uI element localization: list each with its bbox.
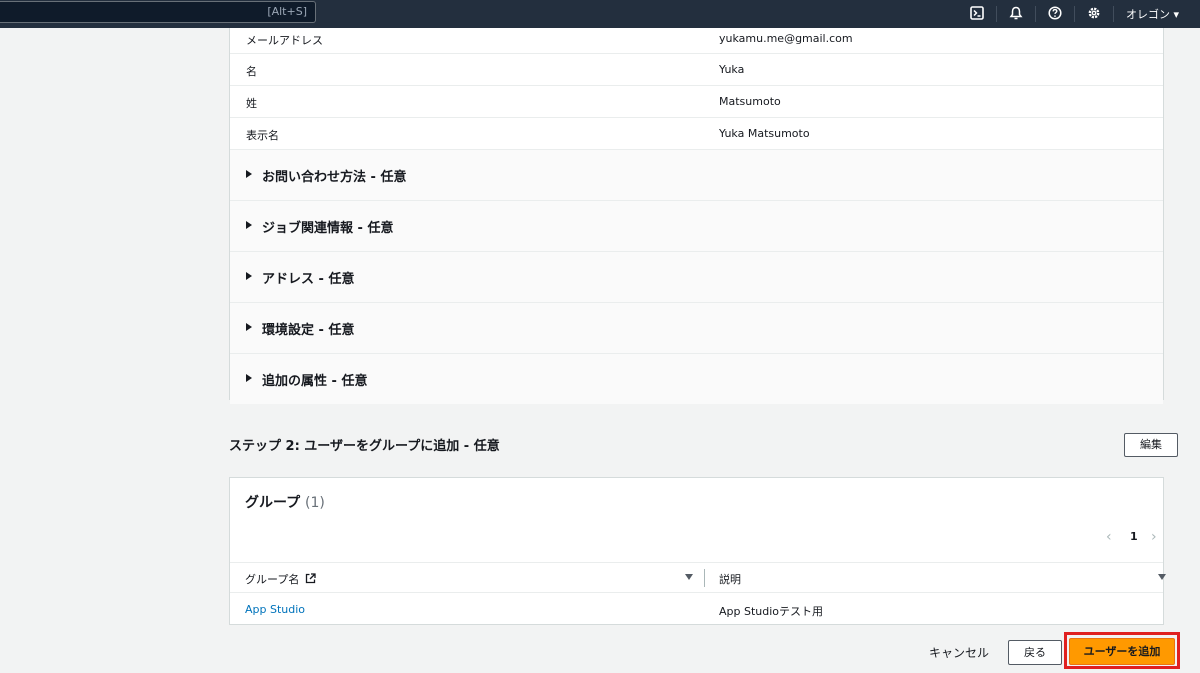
user-details-panel: メールアドレス yukamu.me@gmail.com 名 Yuka 姓 Mat…: [229, 28, 1164, 404]
attribute-row-display-name: 表示名 Yuka Matsumoto: [230, 118, 1163, 150]
caret-right-icon: [246, 170, 252, 178]
edit-button[interactable]: 編集: [1124, 433, 1178, 457]
groups-panel: グループ (1) ‹ 1 › グループ名 説明 App Studio App S…: [229, 477, 1166, 625]
section-label: 環境設定 - 任意: [262, 323, 355, 338]
topbar-divider: [1035, 6, 1036, 22]
topbar-divider: [1074, 6, 1075, 22]
caret-right-icon: [246, 221, 252, 229]
attribute-row-first-name: 名 Yuka: [230, 54, 1163, 86]
attribute-row-email: メールアドレス yukamu.me@gmail.com: [230, 28, 1163, 54]
attribute-key: 姓: [246, 97, 257, 110]
expandable-section-contact[interactable]: お問い合わせ方法 - 任意: [230, 150, 1163, 201]
cloudshell-icon[interactable]: [969, 5, 985, 21]
groups-count: (1): [305, 495, 325, 511]
attribute-key: 表示名: [246, 129, 279, 142]
external-link-icon: [305, 573, 316, 584]
caret-right-icon: [246, 323, 252, 331]
expandable-section-job[interactable]: ジョブ関連情報 - 任意: [230, 201, 1163, 252]
attribute-value: Yuka Matsumoto: [719, 127, 810, 140]
search-shortcut-hint: [Alt+S]: [267, 5, 307, 18]
group-name-link[interactable]: App Studio: [245, 603, 305, 616]
pager-next-icon[interactable]: ›: [1151, 529, 1157, 545]
section-label: お問い合わせ方法 - 任意: [262, 170, 407, 185]
column-separator: [704, 569, 705, 587]
gear-icon[interactable]: [1086, 5, 1102, 21]
caret-right-icon: [246, 374, 252, 382]
attribute-key: 名: [246, 65, 257, 78]
section-label: アドレス - 任意: [262, 272, 355, 287]
column-label: グループ名: [245, 573, 300, 586]
topbar-divider: [996, 6, 997, 22]
back-button[interactable]: 戻る: [1008, 640, 1062, 665]
help-icon[interactable]: [1047, 5, 1063, 21]
column-header-description[interactable]: 説明: [719, 571, 741, 587]
groups-title: グループ: [245, 495, 301, 511]
step2-title: ステップ 2: ユーザーをグループに追加 - 任意: [229, 439, 500, 454]
attribute-key: メールアドレス: [246, 34, 323, 47]
group-description: App Studioテスト用: [719, 605, 824, 618]
expandable-section-address[interactable]: アドレス - 任意: [230, 252, 1163, 303]
pager-prev-icon[interactable]: ‹: [1106, 529, 1112, 545]
attribute-value: yukamu.me@gmail.com: [719, 32, 853, 45]
section-label: ジョブ関連情報 - 任意: [262, 221, 394, 236]
search-input[interactable]: [Alt+S]: [0, 1, 316, 23]
pager-page-number[interactable]: 1: [1130, 530, 1138, 543]
attribute-row-last-name: 姓 Matsumoto: [230, 86, 1163, 118]
cancel-button[interactable]: キャンセル: [929, 644, 989, 661]
section-label: 追加の属性 - 任意: [262, 374, 368, 389]
groups-heading: グループ (1): [245, 492, 325, 512]
top-navigation-bar: [Alt+S] オレゴン ▾: [0, 0, 1200, 28]
region-selector[interactable]: オレゴン ▾: [1126, 6, 1179, 22]
sort-down-icon[interactable]: [685, 574, 693, 580]
expandable-section-additional-attributes[interactable]: 追加の属性 - 任意: [230, 354, 1163, 404]
expandable-section-preferences[interactable]: 環境設定 - 任意: [230, 303, 1163, 354]
column-header-group-name[interactable]: グループ名: [245, 571, 316, 587]
add-user-button[interactable]: ユーザーを追加: [1069, 638, 1175, 665]
attribute-value: Matsumoto: [719, 95, 781, 108]
caret-right-icon: [246, 272, 252, 280]
sort-down-icon[interactable]: [1158, 574, 1166, 580]
attribute-value: Yuka: [719, 63, 745, 76]
table-header: グループ名 説明: [230, 562, 1166, 593]
bell-icon[interactable]: [1008, 5, 1024, 21]
topbar-divider: [1113, 6, 1114, 22]
